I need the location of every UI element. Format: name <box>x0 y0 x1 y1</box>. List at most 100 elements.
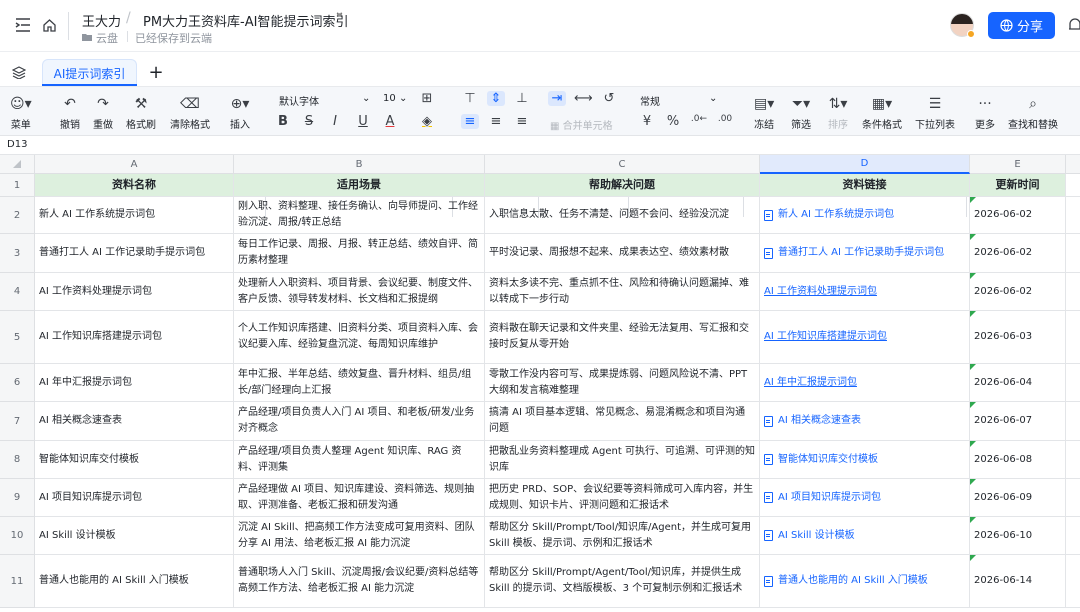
row-header[interactable]: 3 <box>0 234 35 273</box>
column-header-c[interactable]: C <box>485 155 760 174</box>
column-header-a[interactable]: A <box>35 155 234 174</box>
row-header[interactable]: 10 <box>0 517 35 555</box>
header-cell[interactable]: 帮助解决问题 <box>485 174 760 197</box>
column-header-f[interactable] <box>1066 155 1080 174</box>
table-cell[interactable]: 资料散在聊天记录和文件夹里、经验无法复用、写汇报和交接时反复从零开始 <box>485 311 760 364</box>
find-replace-button[interactable]: ⌕ 查找和替换 <box>1008 95 1058 131</box>
table-cell[interactable] <box>1066 402 1080 441</box>
header-cell[interactable]: 更新时间 <box>970 174 1066 197</box>
table-cell[interactable]: 产品经理/项目负责人入门 AI 项目、和老板/研发/业务对齐概念 <box>234 402 485 441</box>
date-cell[interactable]: 2026-06-02 <box>970 234 1066 273</box>
date-cell[interactable]: 2026-06-08 <box>970 441 1066 479</box>
table-cell[interactable]: AI Skill 设计模板 <box>35 517 234 555</box>
table-cell[interactable]: 普通人也能用的 AI Skill 入门模板 <box>35 555 234 608</box>
table-cell[interactable]: 沉淀 AI Skill、把高频工作方法变成可复用资料、团队分享 AI 用法、给老… <box>234 517 485 555</box>
table-cell[interactable]: 帮助区分 Skill/Prompt/Tool/知识库/Agent，并生成可复用 … <box>485 517 760 555</box>
column-header-d[interactable]: D <box>760 155 970 174</box>
sort-button[interactable]: ⇅▾ 排序 <box>828 95 848 131</box>
share-button[interactable]: 分享 <box>988 12 1055 39</box>
align-left-icon[interactable]: ≡ <box>461 114 479 129</box>
column-header-b[interactable]: B <box>234 155 485 174</box>
date-cell[interactable]: 2026-06-10 <box>970 517 1066 555</box>
date-cell[interactable]: 2026-06-09 <box>970 479 1066 517</box>
table-cell[interactable] <box>1066 311 1080 364</box>
table-cell[interactable]: 零散工作没内容可写、成果提炼弱、问题风险说不清、PPT大纲和发言稿难整理 <box>485 364 760 402</box>
filter-button[interactable]: ⏷▾ 筛选 <box>791 95 811 131</box>
table-cell[interactable] <box>1066 234 1080 273</box>
header-cell[interactable]: 资料名称 <box>35 174 234 197</box>
font-size-select[interactable]: 10 <box>383 93 396 104</box>
table-cell[interactable]: AI 项目知识库提示词包 <box>35 479 234 517</box>
currency-icon[interactable]: ¥ <box>638 114 656 129</box>
border-icon[interactable]: ⊞ <box>418 91 436 106</box>
row-header[interactable]: 6 <box>0 364 35 402</box>
more-icon[interactable] <box>1068 14 1080 36</box>
row-header[interactable]: 8 <box>0 441 35 479</box>
date-cell[interactable]: 2026-06-07 <box>970 402 1066 441</box>
underline-icon[interactable]: U <box>354 114 372 129</box>
column-width-icon[interactable]: ⟷ <box>574 91 593 106</box>
layers-icon[interactable] <box>11 64 27 80</box>
row-header[interactable]: 1 <box>0 174 35 197</box>
row-header[interactable]: 2 <box>0 197 35 234</box>
table-cell[interactable]: AI 工作资料处理提示词包 <box>35 273 234 311</box>
location-label[interactable]: 云盘 <box>96 30 118 46</box>
table-cell[interactable] <box>1066 441 1080 479</box>
date-cell[interactable]: 2026-06-03 <box>970 311 1066 364</box>
table-cell[interactable]: 平时没记录、周报想不起来、成果表达空、绩效素材散 <box>485 234 760 273</box>
table-cell[interactable]: 普通打工人 AI 工作记录助手提示词包 <box>35 234 234 273</box>
home-icon[interactable] <box>40 16 58 34</box>
date-cell[interactable]: 2026-06-14 <box>970 555 1066 608</box>
font-select-chevron-icon[interactable]: ⌄ <box>362 93 370 104</box>
row-header[interactable]: 7 <box>0 402 35 441</box>
resource-link[interactable]: 新人 AI 工作系统提示词包 <box>760 197 970 234</box>
number-format-select[interactable]: 常规 <box>640 93 660 108</box>
table-cell[interactable]: 搞清 AI 项目基本逻辑、常见概念、易混淆概念和项目沟通问题 <box>485 402 760 441</box>
merge-cells-button[interactable]: ▦ 合并单元格 <box>550 117 613 132</box>
decrease-decimal-icon[interactable]: .0← <box>690 114 708 124</box>
align-bottom-icon[interactable]: ⊥ <box>513 91 531 106</box>
table-cell[interactable] <box>1066 197 1080 234</box>
row-header[interactable]: 9 <box>0 479 35 517</box>
pin-icon[interactable]: ꟸ <box>336 10 343 24</box>
align-top-icon[interactable]: ⊤ <box>461 91 479 106</box>
breadcrumb-user[interactable]: 王大力 <box>82 11 121 30</box>
row-header[interactable]: 5 <box>0 311 35 364</box>
select-all-corner[interactable] <box>0 155 35 174</box>
resource-link[interactable]: 普通人也能用的 AI Skill 入门模板 <box>760 555 970 608</box>
table-cell[interactable]: 刚入职、资料整理、接任务确认、向导师提问、工作经验沉淀、周报/转正总结 <box>234 197 485 234</box>
table-cell[interactable]: 把历史 PRD、SOP、会议纪要等资料筛成可入库内容，并生成规则、知识卡片、评测… <box>485 479 760 517</box>
table-cell[interactable] <box>1066 174 1080 197</box>
table-cell[interactable]: 入职信息太散、任务不清楚、问题不会问、经验没沉淀 <box>485 197 760 234</box>
align-right-icon[interactable]: ≡ <box>513 114 531 129</box>
wrap-text-icon[interactable]: ⇥ <box>548 91 566 106</box>
align-middle-icon[interactable]: ⇕ <box>487 91 505 106</box>
table-cell[interactable] <box>1066 364 1080 402</box>
freeze-button[interactable]: ▤▾ 冻结 <box>754 95 774 131</box>
resource-link[interactable]: 智能体知识库交付模板 <box>760 441 970 479</box>
undo-button[interactable]: ↶ 撤销 <box>60 95 80 131</box>
number-format-chevron-icon[interactable]: ⌄ <box>709 93 717 104</box>
row-header[interactable]: 4 <box>0 273 35 311</box>
table-cell[interactable]: 资料太多读不完、重点抓不住、风险和待确认问题漏掉、难以转成下一步行动 <box>485 273 760 311</box>
table-cell[interactable]: 年中汇报、半年总结、绩效复盘、晋升材料、组员/组长/部门经理向上汇报 <box>234 364 485 402</box>
resource-link[interactable]: AI 项目知识库提示词包 <box>760 479 970 517</box>
table-cell[interactable] <box>1066 273 1080 311</box>
date-cell[interactable]: 2026-06-02 <box>970 197 1066 234</box>
dropdown-list-button[interactable]: ☰ 下拉列表 <box>915 95 955 131</box>
header-cell[interactable]: 资料链接 <box>760 174 970 197</box>
resource-link[interactable]: AI Skill 设计模板 <box>760 517 970 555</box>
italic-icon[interactable]: I <box>326 114 344 129</box>
more-button[interactable]: ··· 更多 <box>975 95 995 131</box>
date-cell[interactable]: 2026-06-04 <box>970 364 1066 402</box>
table-cell[interactable] <box>1066 479 1080 517</box>
column-header-e[interactable]: E <box>970 155 1066 174</box>
table-cell[interactable]: 普通职场人入门 Skill、沉淀周报/会议纪要/资料总结等高频工作方法、给老板汇… <box>234 555 485 608</box>
fill-color-icon[interactable]: ◈ <box>418 114 436 129</box>
table-cell[interactable]: 每日工作记录、周报、月报、转正总结、绩效自评、简历素材整理 <box>234 234 485 273</box>
table-cell[interactable]: 把散乱业务资料整理成 Agent 可执行、可追溯、可评测的知识库 <box>485 441 760 479</box>
table-cell[interactable] <box>1066 555 1080 608</box>
align-center-icon[interactable]: ≡ <box>487 114 505 129</box>
font-select[interactable]: 默认字体 <box>279 93 319 108</box>
resource-link[interactable]: AI 工作资料处理提示词包 <box>760 273 970 311</box>
